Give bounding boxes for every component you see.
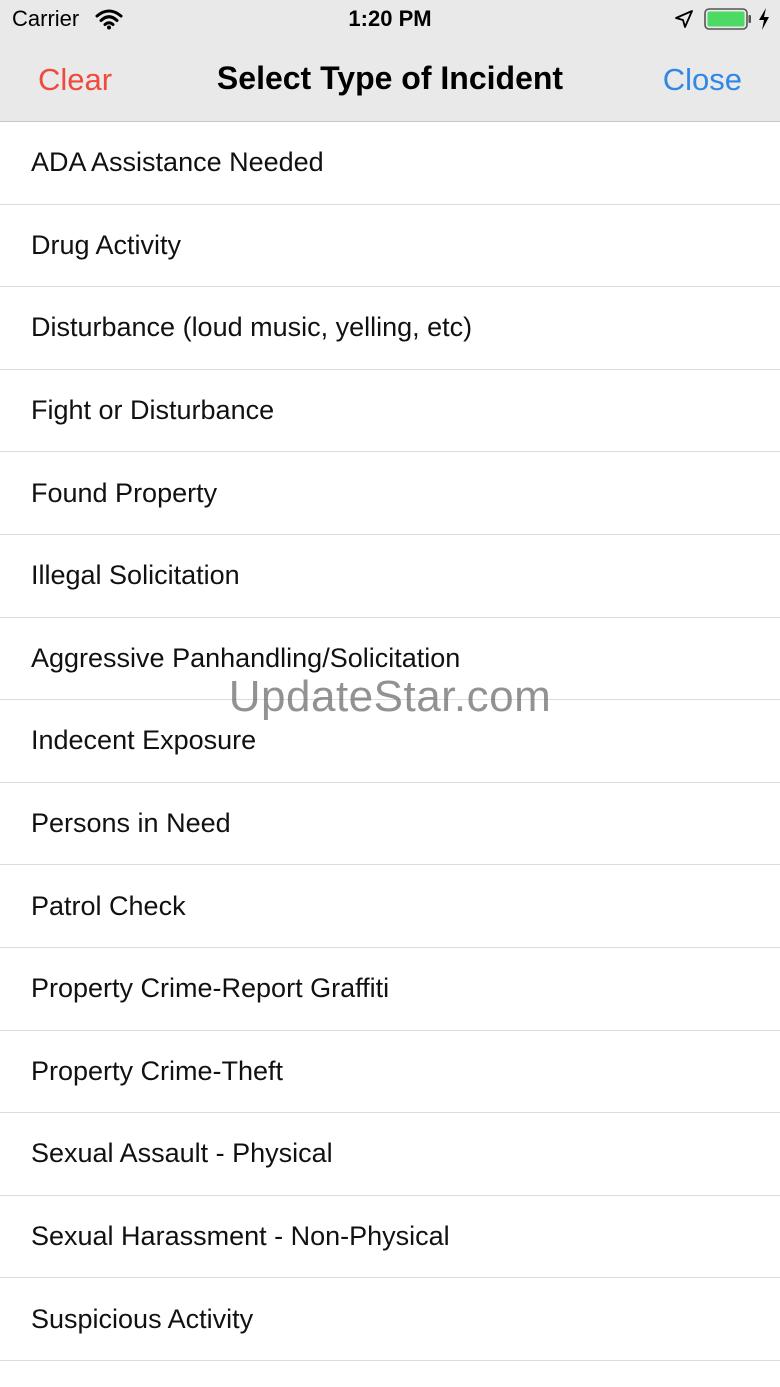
navigation-bar: Clear Select Type of Incident Close — [0, 40, 780, 122]
close-button[interactable]: Close — [663, 62, 742, 98]
location-arrow-icon — [675, 10, 693, 28]
incident-option-disturbance[interactable]: Disturbance (loud music, yelling, etc) — [0, 287, 780, 370]
charging-bolt-icon — [759, 8, 769, 30]
incident-option-fight-or-disturbance[interactable]: Fight or Disturbance — [0, 370, 780, 453]
incident-option-sexual-assault-physical[interactable]: Sexual Assault - Physical — [0, 1113, 780, 1196]
incident-option-property-crime-theft[interactable]: Property Crime-Theft — [0, 1031, 780, 1114]
status-bar: Carrier 1:20 PM — [0, 0, 780, 40]
incident-option-ada-assistance-needed[interactable]: ADA Assistance Needed — [0, 122, 780, 205]
incident-option-illegal-solicitation[interactable]: Illegal Solicitation — [0, 535, 780, 618]
incident-option-property-crime-graffiti[interactable]: Property Crime-Report Graffiti — [0, 948, 780, 1031]
incident-option-found-property[interactable]: Found Property — [0, 452, 780, 535]
incident-option-aggressive-panhandling[interactable]: Aggressive Panhandling/Solicitation — [0, 618, 780, 701]
incident-option-indecent-exposure[interactable]: Indecent Exposure — [0, 700, 780, 783]
incident-option-patrol-check[interactable]: Patrol Check — [0, 865, 780, 948]
incident-option-persons-in-need[interactable]: Persons in Need — [0, 783, 780, 866]
status-time: 1:20 PM — [348, 6, 432, 31]
incident-type-list: ADA Assistance Needed Drug Activity Dist… — [0, 122, 780, 1361]
incident-option-suspicious-activity[interactable]: Suspicious Activity — [0, 1278, 780, 1361]
incident-option-sexual-harassment-non-physical[interactable]: Sexual Harassment - Non-Physical — [0, 1196, 780, 1279]
battery-icon — [704, 8, 751, 30]
incident-option-drug-activity[interactable]: Drug Activity — [0, 205, 780, 288]
